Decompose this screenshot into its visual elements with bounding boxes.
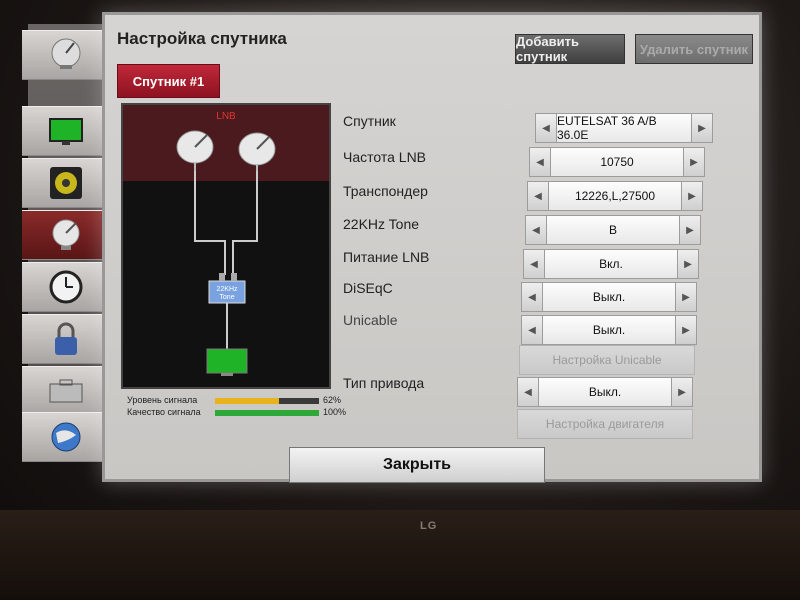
signal-level-label: Уровень сигнала — [127, 395, 198, 405]
motor-type-next-arrow[interactable]: ▶ — [671, 377, 693, 407]
satellite-icon — [51, 38, 81, 69]
tv-receiver-icon — [206, 348, 248, 376]
transponder-selector[interactable]: ◀ 12226,L,27500 ▶ — [527, 181, 703, 211]
transponder-next-arrow[interactable]: ▶ — [681, 181, 703, 211]
diseqc-selector[interactable]: ◀ Выкл. ▶ — [521, 282, 697, 312]
satellite-label: Спутник — [343, 113, 396, 129]
cable-right — [232, 171, 258, 275]
tone-22khz-selector[interactable]: ◀ В ▶ — [525, 215, 701, 245]
signal-quality-label: Качество сигнала — [127, 407, 201, 417]
lock-icon — [55, 322, 77, 355]
lnb-power-prev-arrow[interactable]: ◀ — [523, 249, 545, 279]
delete-satellite-button[interactable]: Удалить спутник — [635, 34, 753, 64]
unicable-selector[interactable]: ◀ Выкл. ▶ — [521, 315, 697, 345]
signal-level-row: Уровень сигнала 62% — [127, 395, 367, 407]
sidebar — [22, 30, 110, 462]
signal-quality-fill — [215, 410, 319, 416]
globe-icon — [51, 422, 81, 452]
motor-type-value: Выкл. — [539, 377, 671, 407]
sidebar-item-satellite[interactable] — [22, 210, 110, 260]
tone-22khz-value: В — [547, 215, 679, 245]
motor-type-selector[interactable]: ◀ Выкл. ▶ — [517, 377, 693, 407]
unicable-prev-arrow[interactable]: ◀ — [521, 315, 543, 345]
unicable-value: Выкл. — [543, 315, 675, 345]
lnb-diagram-graphic: LNB 22KHz Tone — [123, 105, 329, 376]
unicable-settings-button[interactable]: Настройка Unicable — [519, 345, 695, 375]
signal-quality-bar — [215, 410, 319, 416]
sidebar-item-time[interactable] — [22, 262, 110, 312]
cable-left — [194, 171, 226, 275]
motor-type-prev-arrow[interactable]: ◀ — [517, 377, 539, 407]
tone-22khz-next-arrow[interactable]: ▶ — [679, 215, 701, 245]
signal-quality-row: Качество сигнала 100% — [127, 407, 367, 419]
lnb-frequency-value: 10750 — [551, 147, 683, 177]
satellite-next-arrow[interactable]: ▶ — [691, 113, 713, 143]
sidebar-item-network[interactable] — [22, 412, 110, 462]
motor-settings-button[interactable]: Настройка двигателя — [517, 409, 693, 439]
unicable-next-arrow[interactable]: ▶ — [675, 315, 697, 345]
lnb-power-selector[interactable]: ◀ Вкл. ▶ — [523, 249, 699, 279]
lnb-diagram: LNB 22KHz Tone — [121, 103, 331, 389]
tv-screen-icon — [49, 118, 83, 145]
tab-satellite-1[interactable]: Спутник #1 — [117, 64, 220, 98]
tone-switch-icon: 22KHz Tone — [208, 273, 246, 304]
satellite-prev-arrow[interactable]: ◀ — [535, 113, 557, 143]
tone-22khz-prev-arrow[interactable]: ◀ — [525, 215, 547, 245]
dialog-title: Настройка спутника — [117, 29, 287, 48]
transponder-label: Транспондер — [343, 183, 428, 199]
transponder-prev-arrow[interactable]: ◀ — [527, 181, 549, 211]
sidebar-item-sound[interactable] — [22, 158, 110, 208]
satellite-value: EUTELSAT 36 A/B 36.0E — [557, 113, 691, 143]
close-button[interactable]: Закрыть — [289, 447, 545, 483]
diseqc-label: DiSEqC — [343, 280, 393, 296]
sidebar-item-lock[interactable] — [22, 314, 110, 364]
transponder-value: 12226,L,27500 — [549, 181, 681, 211]
brand-logo: LG — [420, 520, 438, 532]
lnb-power-value: Вкл. — [545, 249, 677, 279]
lnb-frequency-next-arrow[interactable]: ▶ — [683, 147, 705, 177]
tone-label-2: Tone — [219, 294, 234, 301]
diseqc-prev-arrow[interactable]: ◀ — [521, 282, 543, 312]
signal-panel: Уровень сигнала 62% Качество сигнала 100… — [127, 395, 347, 425]
signal-level-bar — [215, 398, 319, 404]
signal-level-value: 62% — [323, 395, 342, 405]
sidebar-item-options[interactable] — [22, 366, 110, 416]
tv-stand — [0, 510, 800, 600]
toolbox-icon — [49, 379, 83, 403]
lnb-power-next-arrow[interactable]: ▶ — [677, 249, 699, 279]
clock-icon — [49, 270, 83, 304]
diseqc-next-arrow[interactable]: ▶ — [675, 282, 697, 312]
sidebar-item-channels[interactable] — [22, 30, 110, 80]
speaker-icon — [50, 167, 82, 199]
lnb-power-label: Питание LNB — [343, 249, 430, 265]
lnb-frequency-selector[interactable]: ◀ 10750 ▶ — [529, 147, 705, 177]
sidebar-item-picture[interactable] — [22, 106, 110, 156]
add-satellite-button[interactable]: Добавить спутник — [515, 34, 625, 64]
lnb-frequency-prev-arrow[interactable]: ◀ — [529, 147, 551, 177]
diseqc-value: Выкл. — [543, 282, 675, 312]
lnb-frequency-label: Частота LNB — [343, 149, 427, 165]
tone-22khz-label: 22KHz Tone — [343, 216, 420, 232]
tone-label-1: 22KHz — [216, 286, 238, 293]
signal-quality-value: 100% — [323, 407, 347, 417]
satellite-settings-dialog: Настройка спутника Добавить спутник Удал… — [102, 12, 762, 483]
lnb-label: LNB — [216, 111, 236, 122]
signal-level-fill — [215, 398, 280, 404]
unicable-label: Unicable — [343, 312, 398, 328]
satellite-dish-icon — [52, 219, 80, 250]
satellite-selector[interactable]: ◀ EUTELSAT 36 A/B 36.0E ▶ — [535, 113, 713, 143]
motor-type-label: Тип привода — [343, 375, 425, 391]
